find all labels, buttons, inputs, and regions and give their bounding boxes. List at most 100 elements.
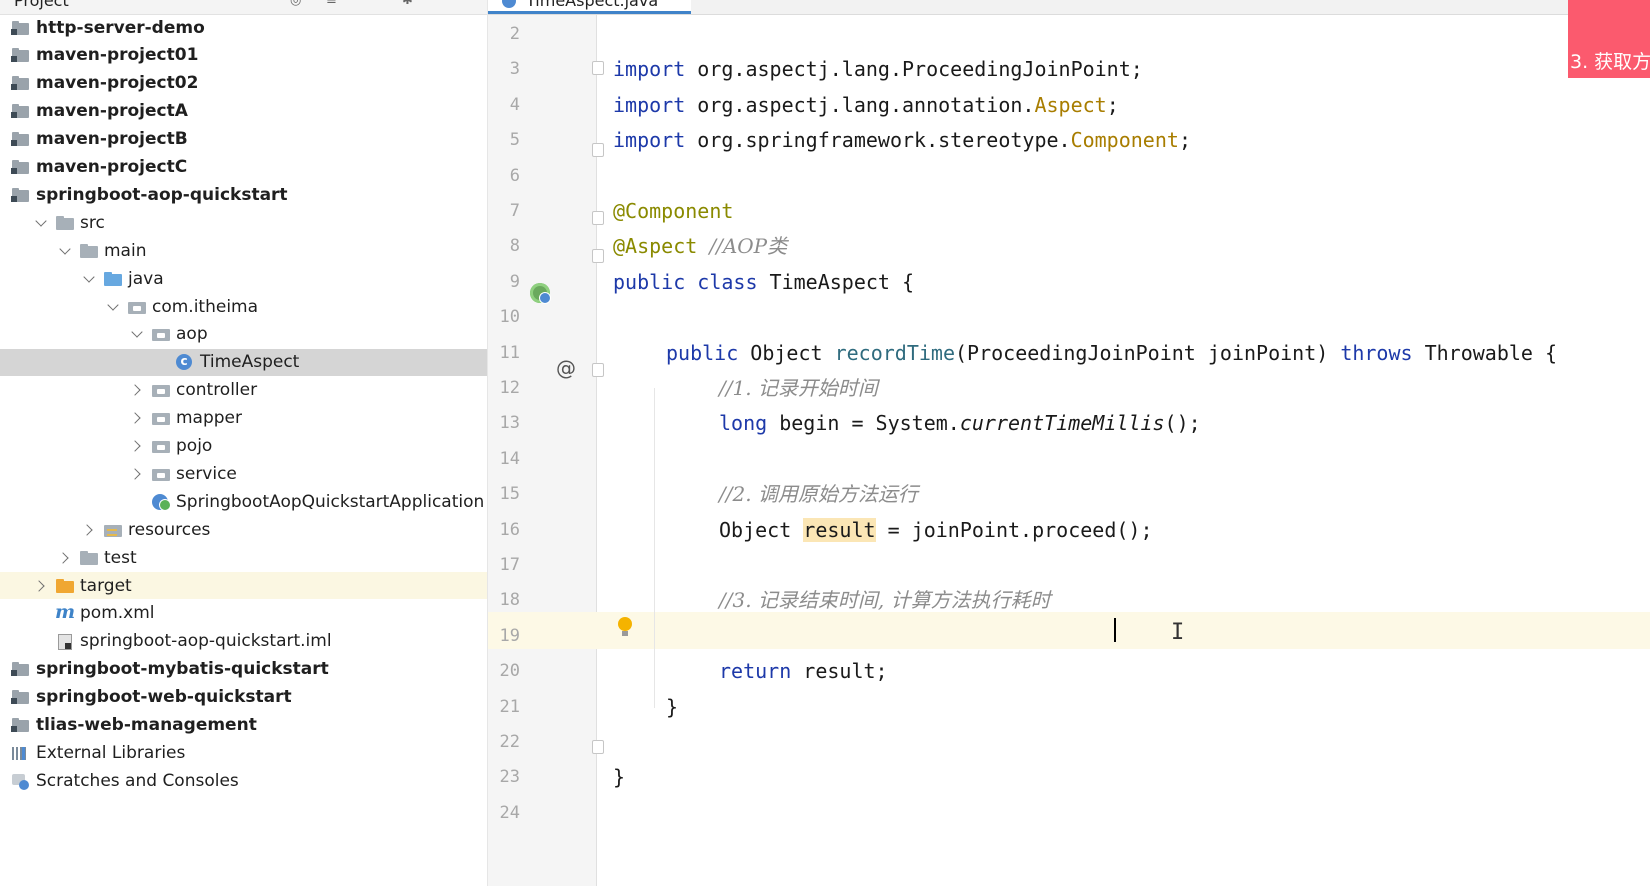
chevron-right-icon[interactable] (131, 412, 143, 424)
tree-item[interactable]: service (0, 460, 487, 487)
chevron-down-icon[interactable] (83, 273, 95, 285)
tree-item[interactable]: Scratches and Consoles (0, 767, 487, 794)
tree-item[interactable]: maven-projectB (0, 126, 487, 153)
tree-item[interactable]: mapper (0, 405, 487, 432)
code-token: //1. 记录开始时间 (719, 376, 878, 400)
tree-item[interactable]: aop (0, 321, 487, 348)
code-line[interactable]: import org.aspectj.lang.annotation.Aspec… (613, 93, 1119, 117)
tree-item[interactable]: resources (0, 516, 487, 543)
line-number: 2 (509, 24, 520, 44)
tree-item[interactable]: External Libraries (0, 739, 487, 766)
tree-item-label: pojo (176, 436, 213, 456)
expand-icon[interactable]: ⌃ (360, 0, 374, 8)
chevron-right-icon[interactable] (59, 552, 71, 564)
step-banner-label: 3. 获取方 (1570, 51, 1650, 73)
code-line[interactable]: //2. 调用原始方法运行 (719, 482, 918, 506)
tree-item[interactable]: TimeAspect (0, 348, 487, 376)
tree-item[interactable]: maven-projectA (0, 98, 487, 125)
chevron-down-icon[interactable] (59, 245, 71, 257)
code-line[interactable]: import org.springframework.stereotype.Co… (613, 128, 1191, 152)
lightbulb-icon[interactable] (618, 617, 632, 636)
spring-bean-gutter-icon[interactable] (530, 283, 551, 304)
code-line[interactable]: //3. 记录结束时间, 计算方法执行耗时 (719, 588, 1051, 612)
tree-item[interactable]: src (0, 209, 487, 236)
tree-item[interactable]: pojo (0, 433, 487, 460)
code-token: result (803, 517, 876, 542)
tree-item-label: springboot-aop-quickstart (36, 184, 288, 205)
gear-icon[interactable]: ✱ (402, 0, 416, 8)
code-token: @Component (613, 199, 734, 223)
tree-item[interactable]: maven-project01 (0, 42, 487, 69)
editor-tab-label: TimeAspect.java (526, 0, 659, 10)
module-icon (11, 131, 31, 147)
code-line[interactable]: @Aspect //AOP类 (613, 234, 787, 258)
tree-item[interactable]: maven-project02 (0, 70, 487, 97)
tree-item[interactable]: SpringbootAopQuickstartApplication (0, 488, 487, 515)
line-number: 4 (509, 94, 520, 115)
code-token: //AOP类 (709, 234, 788, 259)
code-line[interactable]: long begin = System.currentTimeMillis(); (719, 411, 1201, 435)
code-token: ; (1178, 128, 1191, 153)
package-icon (151, 326, 171, 342)
tree-item[interactable]: springboot-aop-quickstart.iml (0, 628, 487, 655)
chevron-right-icon[interactable] (131, 440, 143, 452)
tree-item[interactable]: springboot-web-quickstart (0, 684, 487, 711)
tree-item[interactable]: target (0, 572, 487, 599)
module-icon (11, 187, 31, 203)
code-line[interactable]: public Object recordTime(ProceedingJoinP… (666, 341, 1557, 365)
code-line[interactable]: //1. 记录开始时间 (719, 376, 878, 400)
tree-item[interactable]: controller (0, 377, 487, 404)
chevron-down-icon[interactable] (131, 328, 143, 340)
resources-folder-icon (103, 522, 123, 538)
locate-file-icon[interactable]: ◎ (290, 0, 304, 8)
tree-item-label: springboot-web-quickstart (36, 687, 292, 708)
tree-item[interactable]: springboot-aop-quickstart (0, 181, 487, 208)
tree-item[interactable]: maven-projectC (0, 154, 487, 181)
tree-item-label: tlias-web-management (36, 715, 257, 735)
fold-marker[interactable] (592, 211, 604, 225)
tree-item-label: maven-project01 (36, 45, 199, 66)
fold-marker[interactable] (592, 143, 604, 157)
chevron-right-icon[interactable] (35, 580, 47, 592)
tree-item-label: TimeAspect (200, 352, 300, 373)
code-line[interactable]: public class TimeAspect { (613, 270, 914, 294)
tree-item[interactable]: springboot-mybatis-quickstart (0, 656, 487, 683)
code-token: //3. 记录结束时间, 计算方法执行耗时 (719, 588, 1051, 613)
line-number: 8 (509, 236, 520, 257)
annotation-gutter-icon[interactable]: @ (556, 356, 576, 380)
code-line[interactable]: Object result = joinPoint.proceed(); (719, 517, 1153, 542)
editor-tab-timeaspect[interactable]: TimeAspect.java (488, 0, 691, 14)
chevron-down-icon[interactable] (35, 217, 47, 229)
tree-item[interactable]: tlias-web-management (0, 712, 487, 739)
project-panel-header: Project ◎ ≡ ⌃ ✱ (0, 0, 487, 15)
chevron-right-icon[interactable] (131, 384, 143, 396)
line-number: 19 (499, 625, 520, 646)
library-icon (11, 745, 31, 761)
tree-item[interactable]: pom.xml (0, 600, 487, 627)
fold-marker[interactable] (592, 363, 604, 377)
collapse-all-icon[interactable]: ≡ (326, 0, 340, 8)
code-token: result; (791, 659, 888, 684)
code-line[interactable]: return result; (719, 659, 888, 683)
fold-marker[interactable] (592, 61, 604, 75)
folder-icon (79, 243, 99, 259)
line-number: 3 (509, 59, 520, 80)
tree-item[interactable]: com.itheima (0, 293, 487, 320)
code-line[interactable]: } (613, 765, 625, 789)
tree-item[interactable]: main (0, 237, 487, 264)
tree-item[interactable]: http-server-demo (0, 14, 487, 41)
chevron-right-icon[interactable] (131, 468, 143, 480)
tree-item-label: target (80, 575, 132, 596)
fold-marker[interactable] (592, 249, 604, 263)
fold-marker[interactable] (592, 740, 604, 754)
code-line[interactable]: @Component (613, 199, 733, 223)
tree-item[interactable]: test (0, 544, 487, 571)
tree-item[interactable]: java (0, 265, 487, 292)
chevron-down-icon[interactable] (107, 301, 119, 313)
code-line[interactable]: } (666, 695, 678, 719)
chevron-right-icon[interactable] (83, 524, 95, 536)
code-line[interactable]: import org.aspectj.lang.ProceedingJoinPo… (613, 57, 1143, 81)
line-number: 13 (499, 413, 520, 434)
